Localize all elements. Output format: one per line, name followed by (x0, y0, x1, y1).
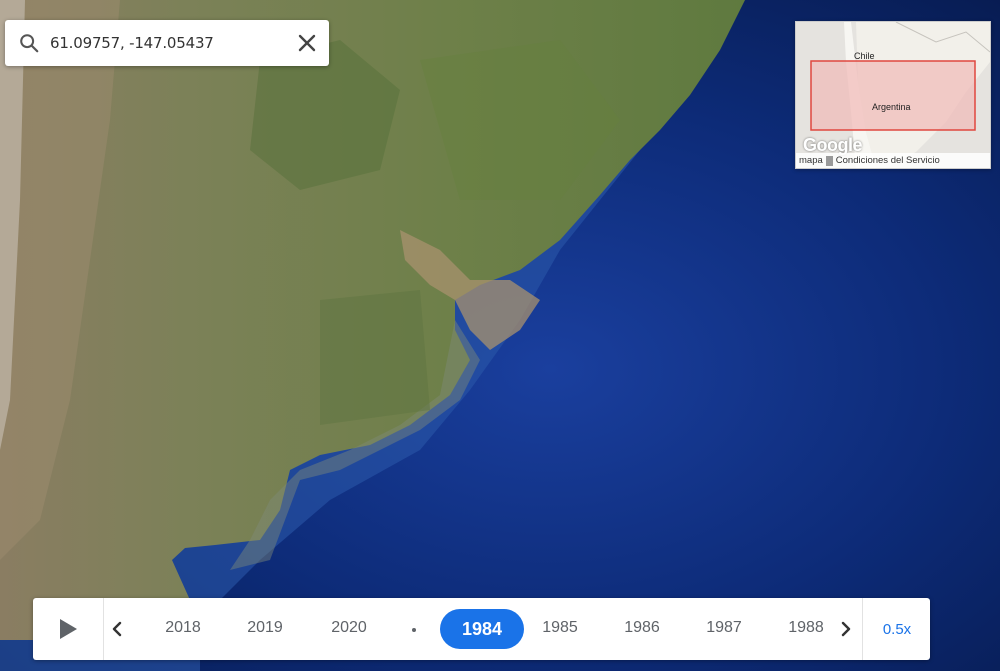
year-1984-selected[interactable]: 1984 (440, 609, 524, 649)
play-button[interactable] (33, 598, 104, 660)
overview-minimap[interactable]: Chile Argentina Google mapa Condiciones … (795, 21, 991, 169)
chevron-right-icon[interactable] (836, 618, 856, 640)
minimap-label-argentina: Argentina (872, 102, 911, 112)
year-2019[interactable]: 2019 (235, 619, 295, 637)
minimap-label-chile: Chile (854, 51, 875, 61)
search-icon[interactable] (18, 32, 40, 54)
minimap-footer: mapa Condiciones del Servicio (796, 153, 990, 168)
search-input[interactable]: 61.09757, -147.05437 (50, 34, 297, 52)
timeline-gap-dot (412, 628, 416, 632)
year-1988[interactable]: 1988 (776, 619, 836, 637)
terms-of-service-link[interactable]: Condiciones del Servicio (833, 155, 943, 166)
playback-speed-button[interactable]: 0.5x (862, 598, 931, 660)
chevron-left-icon[interactable] (107, 618, 127, 640)
play-icon (60, 619, 77, 639)
minimap-viewport[interactable] (810, 60, 976, 131)
year-2020[interactable]: 2020 (319, 619, 379, 637)
year-1986[interactable]: 1986 (612, 619, 672, 637)
year-1987[interactable]: 1987 (694, 619, 754, 637)
timeline-bar: 2018 2019 2020 1984 1985 1986 1987 1988 … (33, 598, 930, 660)
search-bar[interactable]: 61.09757, -147.05437 (5, 20, 329, 66)
map-data-link[interactable]: mapa (796, 155, 826, 166)
year-1985[interactable]: 1985 (530, 619, 590, 637)
year-2018[interactable]: 2018 (153, 619, 213, 637)
footer-divider (825, 155, 833, 166)
close-icon[interactable] (297, 33, 317, 53)
